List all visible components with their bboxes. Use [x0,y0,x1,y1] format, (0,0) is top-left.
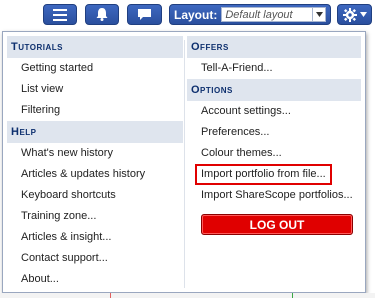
menu-item-getting-started[interactable]: Getting started [7,58,183,79]
settings-dropdown-menu: Tutorials Getting started List view Filt… [2,31,366,293]
menu-item-articles-insight[interactable]: Articles & insight... [7,227,183,248]
menu-item-import-portfolio-from-file[interactable]: Import portfolio from file... [195,164,332,185]
menu-item-articles-updates-history[interactable]: Articles & updates history [7,164,183,185]
menu-item-filtering[interactable]: Filtering [7,100,183,121]
section-header-help: Help [7,121,183,143]
menu-item-whats-new-history[interactable]: What's new history [7,143,183,164]
menu-right-column: Offers Tell-A-Friend... Options Account … [187,36,361,235]
menu-item-account-settings[interactable]: Account settings... [187,101,361,122]
list-view-button[interactable] [43,4,77,25]
section-header-offers: Offers [187,36,361,58]
background-mark [292,293,293,298]
menu-item-import-sharescope-portfolios[interactable]: Import ShareScope portfolios... [187,185,361,206]
layout-select-value[interactable]: Default layout [221,7,314,22]
menu-left-column: Tutorials Getting started List view Filt… [7,36,183,290]
messages-button[interactable] [127,4,162,25]
settings-button[interactable] [337,4,372,25]
menu-item-training-zone[interactable]: Training zone... [7,206,183,227]
logout-button[interactable]: LOG OUT [201,214,353,235]
chat-icon [138,8,151,20]
section-header-tutorials: Tutorials [7,36,183,58]
layout-label: Layout: [174,7,218,22]
menu-item-import-portfolio-row: Import portfolio from file... [187,164,361,185]
menu-item-keyboard-shortcuts[interactable]: Keyboard shortcuts [7,185,183,206]
column-divider [184,40,185,288]
top-toolbar: Layout: Default layout [0,0,375,30]
menu-item-colour-themes[interactable]: Colour themes... [187,143,361,164]
menu-item-about[interactable]: About... [7,269,183,290]
chevron-down-icon [359,12,367,17]
background-mark [110,293,111,298]
notifications-button[interactable] [85,4,119,25]
layout-selector[interactable]: Layout: Default layout [169,4,331,25]
list-icon [53,8,67,21]
menu-item-preferences[interactable]: Preferences... [187,122,361,143]
menu-item-list-view[interactable]: List view [7,79,183,100]
chevron-down-icon[interactable] [313,7,326,22]
menu-item-tell-a-friend[interactable]: Tell-A-Friend... [187,58,361,79]
menu-item-contact-support[interactable]: Contact support... [7,248,183,269]
gear-icon [342,7,357,22]
bell-icon [96,8,108,21]
section-header-options: Options [187,79,361,101]
background-strip [0,293,375,298]
